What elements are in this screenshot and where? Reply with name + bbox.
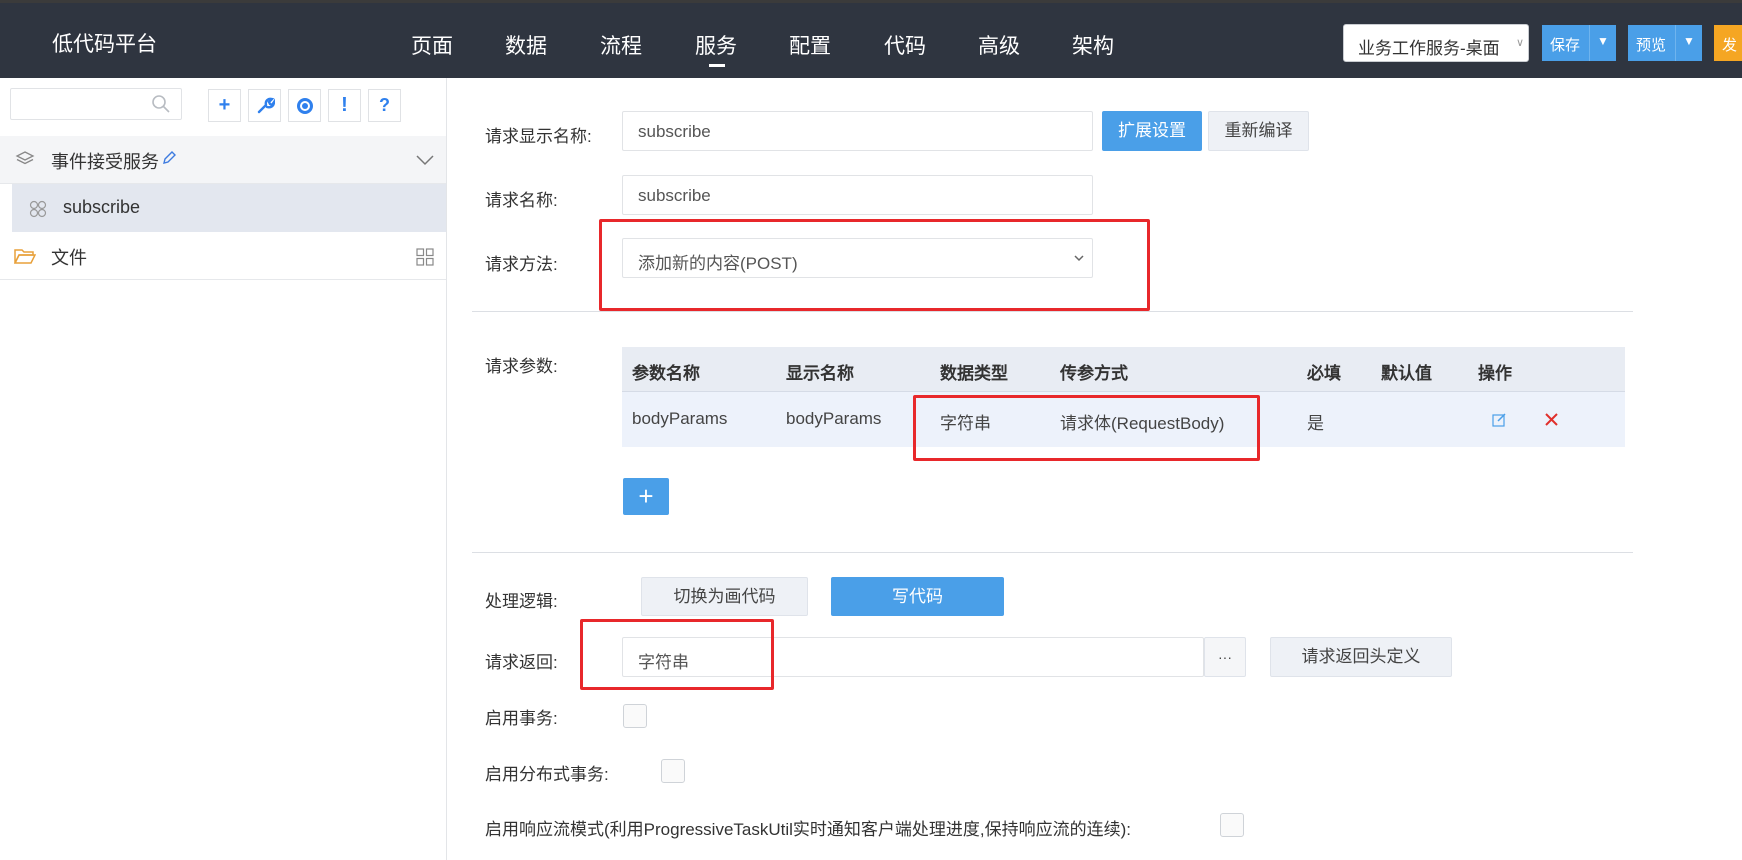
tree-group-event-service[interactable]: 事件接受服务 [0, 136, 446, 184]
nav-page[interactable]: 页面 [411, 30, 453, 60]
display-name-field[interactable]: subscribe [622, 111, 1093, 151]
display-name-label: 请求显示名称: [485, 127, 592, 146]
tree-files-label: 文件 [51, 248, 87, 268]
brand-title: 低代码平台 [52, 33, 157, 56]
nav-data[interactable]: 数据 [505, 30, 547, 60]
recompile-button[interactable]: 重新编译 [1208, 111, 1309, 151]
edit-icon[interactable] [1492, 412, 1507, 427]
wrench-icon[interactable] [248, 89, 281, 122]
chevron-down-icon[interactable] [416, 154, 434, 166]
target-icon[interactable] [288, 89, 321, 122]
app-selector-value: 业务工作服务-桌面 [1358, 39, 1500, 58]
request-name-label: 请求名称: [485, 191, 558, 210]
publish-button-label: 发 [1722, 37, 1738, 54]
preview-button-label: 预览 [1636, 37, 1667, 54]
highlight-return [580, 619, 774, 690]
publish-button[interactable]: 发 [1714, 25, 1742, 61]
left-panel: + ! ? 事件接受服务 subscribe 文件 [0, 78, 447, 860]
highlight-method [599, 219, 1150, 311]
switch-draw-code-button[interactable]: 切换为画代码 [641, 577, 808, 616]
col-pass-method: 传参方式 [1060, 364, 1128, 383]
col-data-type: 数据类型 [940, 364, 1008, 383]
tree-item-files[interactable]: 文件 [0, 232, 446, 280]
exclamation-icon[interactable]: ! [328, 89, 361, 122]
question-icon[interactable]: ? [368, 89, 401, 122]
tree-group-label: 事件接受服务 [51, 152, 159, 172]
search-icon [152, 95, 170, 113]
add-param-button[interactable]: + [623, 478, 669, 515]
nav-code[interactable]: 代码 [884, 30, 926, 60]
cell-display-name: bodyParams [786, 409, 882, 428]
delete-icon[interactable] [1544, 412, 1559, 427]
save-button-label: 保存 [1550, 37, 1581, 54]
divider [472, 311, 1633, 312]
distributed-transaction-label: 启用分布式事务: [485, 765, 609, 784]
return-label: 请求返回: [485, 653, 558, 672]
col-param-name: 参数名称 [632, 364, 700, 383]
display-name-value: subscribe [638, 122, 711, 141]
tree-item-label: subscribe [63, 197, 141, 217]
nav-flow[interactable]: 流程 [600, 30, 642, 60]
save-dropdown-icon[interactable]: ▼ [1589, 25, 1616, 61]
top-bar: 低代码平台 页面 数据 流程 服务 配置 代码 高级 架构 业务工作服务-桌面 … [0, 0, 1742, 78]
distributed-transaction-checkbox[interactable] [661, 759, 685, 783]
search-input[interactable] [10, 88, 182, 120]
write-code-button[interactable]: 写代码 [831, 577, 1004, 616]
logic-label: 处理逻辑: [485, 592, 558, 611]
col-default: 默认值 [1381, 364, 1432, 383]
highlight-type-pass [913, 395, 1260, 461]
extend-settings-button[interactable]: 扩展设置 [1102, 111, 1202, 151]
col-display-name: 显示名称 [786, 364, 854, 383]
request-name-field[interactable]: subscribe [622, 175, 1093, 215]
layers-icon [15, 151, 35, 165]
active-nav-indicator [709, 64, 725, 67]
cell-param-name: bodyParams [632, 409, 728, 428]
col-required: 必填 [1307, 364, 1341, 383]
transaction-label: 启用事务: [485, 709, 558, 728]
chevron-down-icon: ∨ [1515, 37, 1524, 49]
app-selector[interactable]: 业务工作服务-桌面 ∨ [1343, 24, 1529, 62]
preview-button[interactable]: 预览 ▼ [1628, 25, 1702, 61]
nav-advanced[interactable]: 高级 [978, 30, 1020, 60]
cell-required: 是 [1307, 414, 1324, 433]
nav-architecture[interactable]: 架构 [1072, 30, 1114, 60]
request-params-label: 请求参数: [485, 357, 558, 376]
main-form: 请求显示名称: subscribe 扩展设置 重新编译 请求名称: subscr… [448, 78, 1742, 860]
transaction-checkbox[interactable] [623, 704, 647, 728]
top-edge [0, 0, 1742, 3]
save-button[interactable]: 保存 ▼ [1542, 25, 1616, 61]
nav-config[interactable]: 配置 [789, 30, 831, 60]
request-name-value: subscribe [638, 186, 711, 205]
add-icon[interactable]: + [208, 89, 241, 122]
return-header-def-button[interactable]: 请求返回头定义 [1270, 637, 1452, 677]
request-method-label: 请求方法: [485, 255, 558, 274]
stream-mode-label: 启用响应流模式(利用ProgressiveTaskUtil实时通知客户端处理进度… [485, 820, 1132, 839]
tree-item-subscribe[interactable]: subscribe [0, 184, 446, 232]
col-actions: 操作 [1478, 364, 1512, 383]
grid-icon[interactable] [416, 248, 434, 266]
nav-service[interactable]: 服务 [695, 30, 737, 60]
params-table-header: 参数名称 显示名称 数据类型 传参方式 必填 默认值 操作 [622, 347, 1625, 391]
folder-icon [14, 249, 36, 264]
more-button[interactable]: ··· [1204, 637, 1246, 677]
preview-dropdown-icon[interactable]: ▼ [1675, 25, 1702, 61]
stream-mode-checkbox[interactable] [1220, 813, 1244, 837]
service-node-icon [29, 200, 47, 218]
divider [472, 552, 1633, 553]
pencil-icon[interactable] [161, 150, 177, 166]
